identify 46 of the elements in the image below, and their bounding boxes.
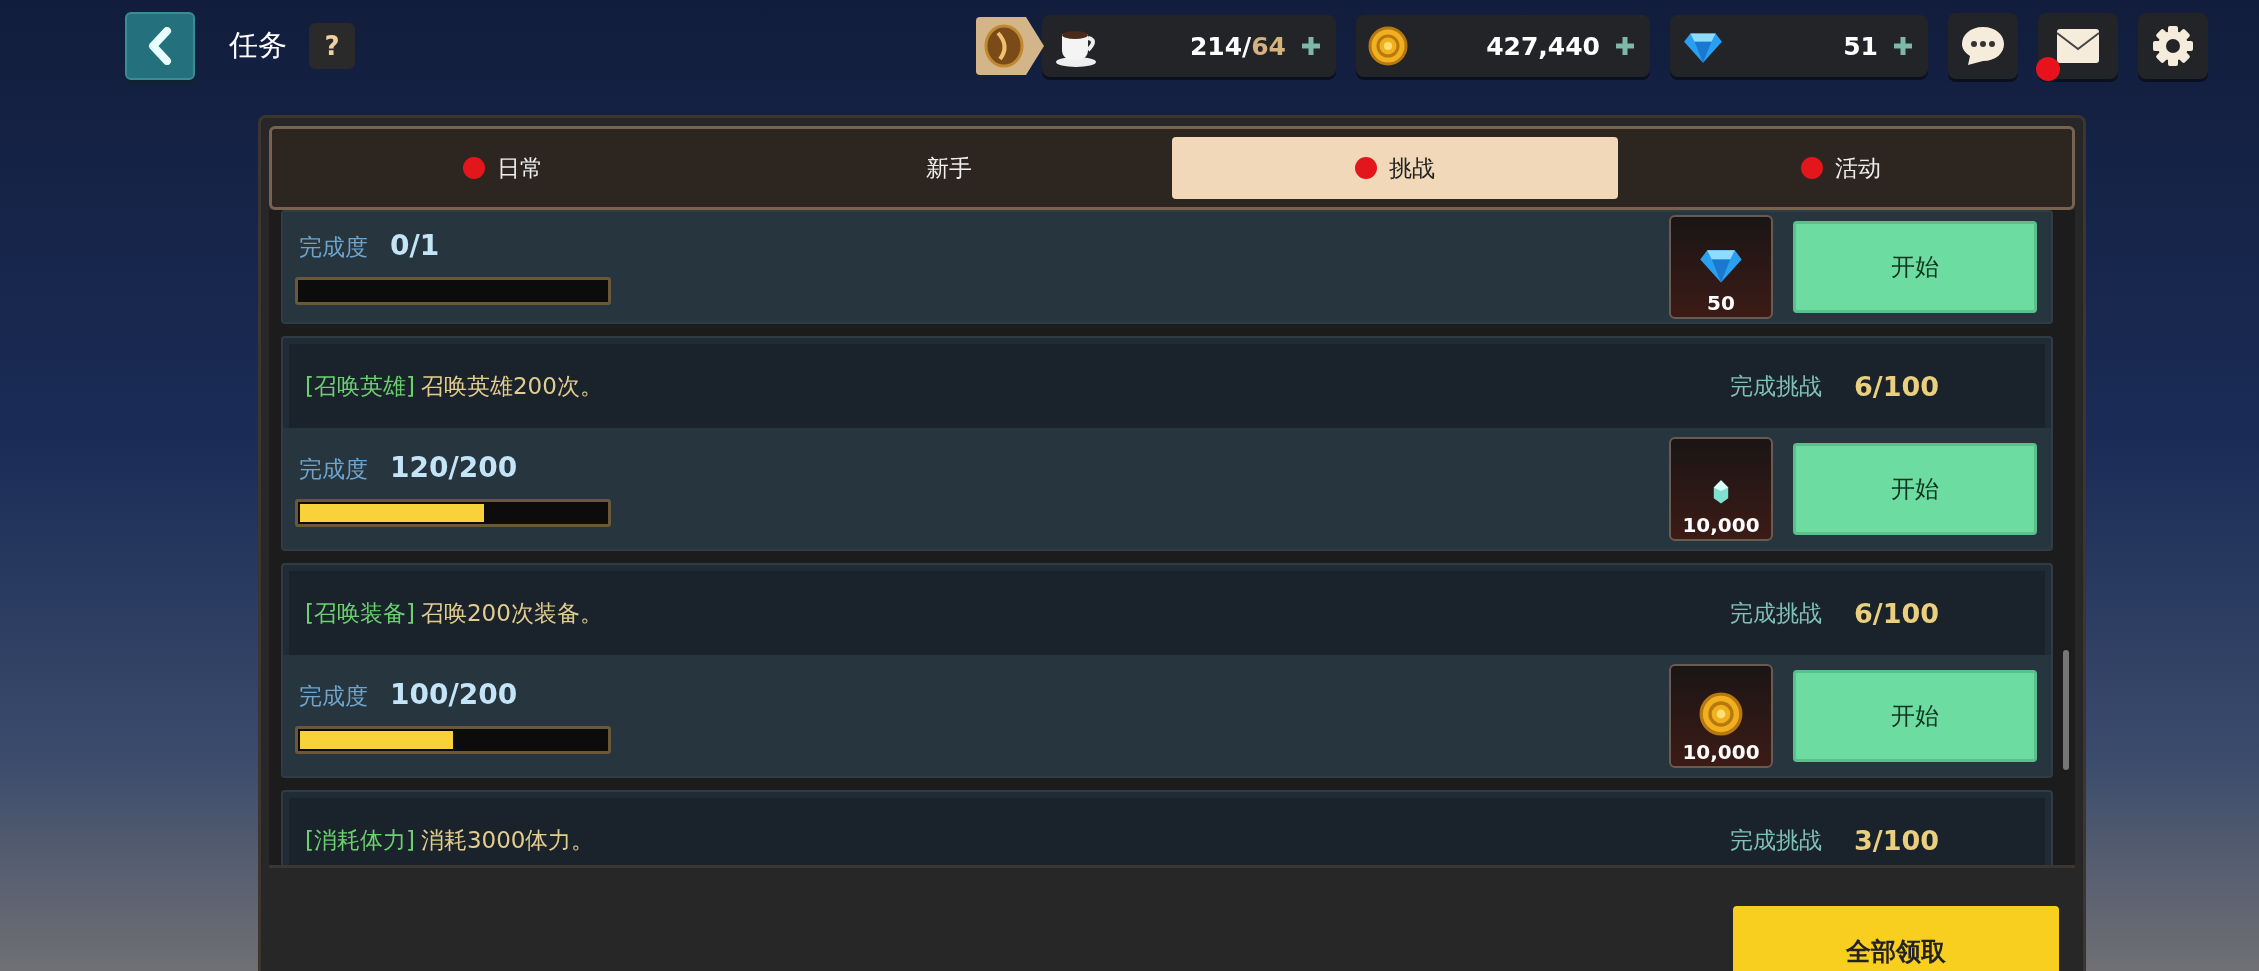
challenge-count: 6/100 [1854, 597, 1940, 629]
start-button[interactable]: 开始 [1793, 221, 2037, 313]
progress-value: 100/200 [390, 677, 518, 711]
tab[interactable]: 新手 [726, 137, 1172, 199]
plus-icon[interactable] [1892, 35, 1914, 57]
progress-label: 完成度 [299, 454, 368, 484]
settings-icon [2151, 24, 2195, 68]
task-description: 消耗3000体力。 [420, 825, 596, 855]
task-category: [召唤英雄] [305, 371, 415, 401]
start-button[interactable]: 开始 [1793, 442, 2037, 535]
progress-value: 120/200 [390, 450, 518, 484]
progress-label: 完成度 [299, 681, 368, 711]
resource-value: 427,440 [1485, 31, 1600, 61]
envelope-icon [2055, 27, 2101, 65]
plus-icon[interactable] [1614, 35, 1636, 57]
tab[interactable]: 活动 [1618, 137, 2064, 199]
claim-all-button[interactable]: 全部领取 [1733, 906, 2059, 971]
task-description: 召唤英雄200次。 [420, 371, 604, 401]
chat-button[interactable] [1948, 13, 2018, 79]
task-category: [召唤装备] [305, 598, 415, 628]
tab[interactable]: 日常 [280, 137, 726, 199]
page-title: 任务 [229, 27, 287, 64]
reward-amount: 10,000 [1682, 739, 1760, 764]
resource-value: 214/64 [1188, 31, 1286, 61]
start-button[interactable]: 开始 [1793, 669, 2037, 762]
task-category: [消耗体力] [305, 825, 415, 855]
challenge-label: 完成挑战 [1730, 598, 1822, 628]
help-button[interactable]: ? [309, 23, 355, 69]
challenge-label: 完成挑战 [1730, 371, 1822, 401]
plus-icon[interactable] [1300, 35, 1322, 57]
scrollbar[interactable] [2063, 650, 2069, 770]
tab[interactable]: 挑战 [1172, 137, 1618, 199]
progress-value: 0/1 [390, 229, 440, 262]
resource-value: 51 [1842, 31, 1878, 61]
challenge-label: 完成挑战 [1730, 825, 1822, 855]
chat-bubble-icon [1960, 25, 2006, 67]
challenge-count: 3/100 [1854, 824, 1940, 856]
progress-label: 完成度 [299, 233, 368, 262]
reward-amount: 10,000 [1682, 512, 1760, 537]
settings-button[interactable] [2138, 13, 2208, 79]
mail-button[interactable] [2038, 13, 2118, 79]
reward-amount: 50 [1707, 291, 1735, 315]
task-description: 召唤200次装备。 [420, 598, 604, 628]
coin-icon [1368, 26, 1408, 66]
challenge-count: 6/100 [1854, 370, 1940, 402]
coin-icon [1699, 691, 1743, 736]
